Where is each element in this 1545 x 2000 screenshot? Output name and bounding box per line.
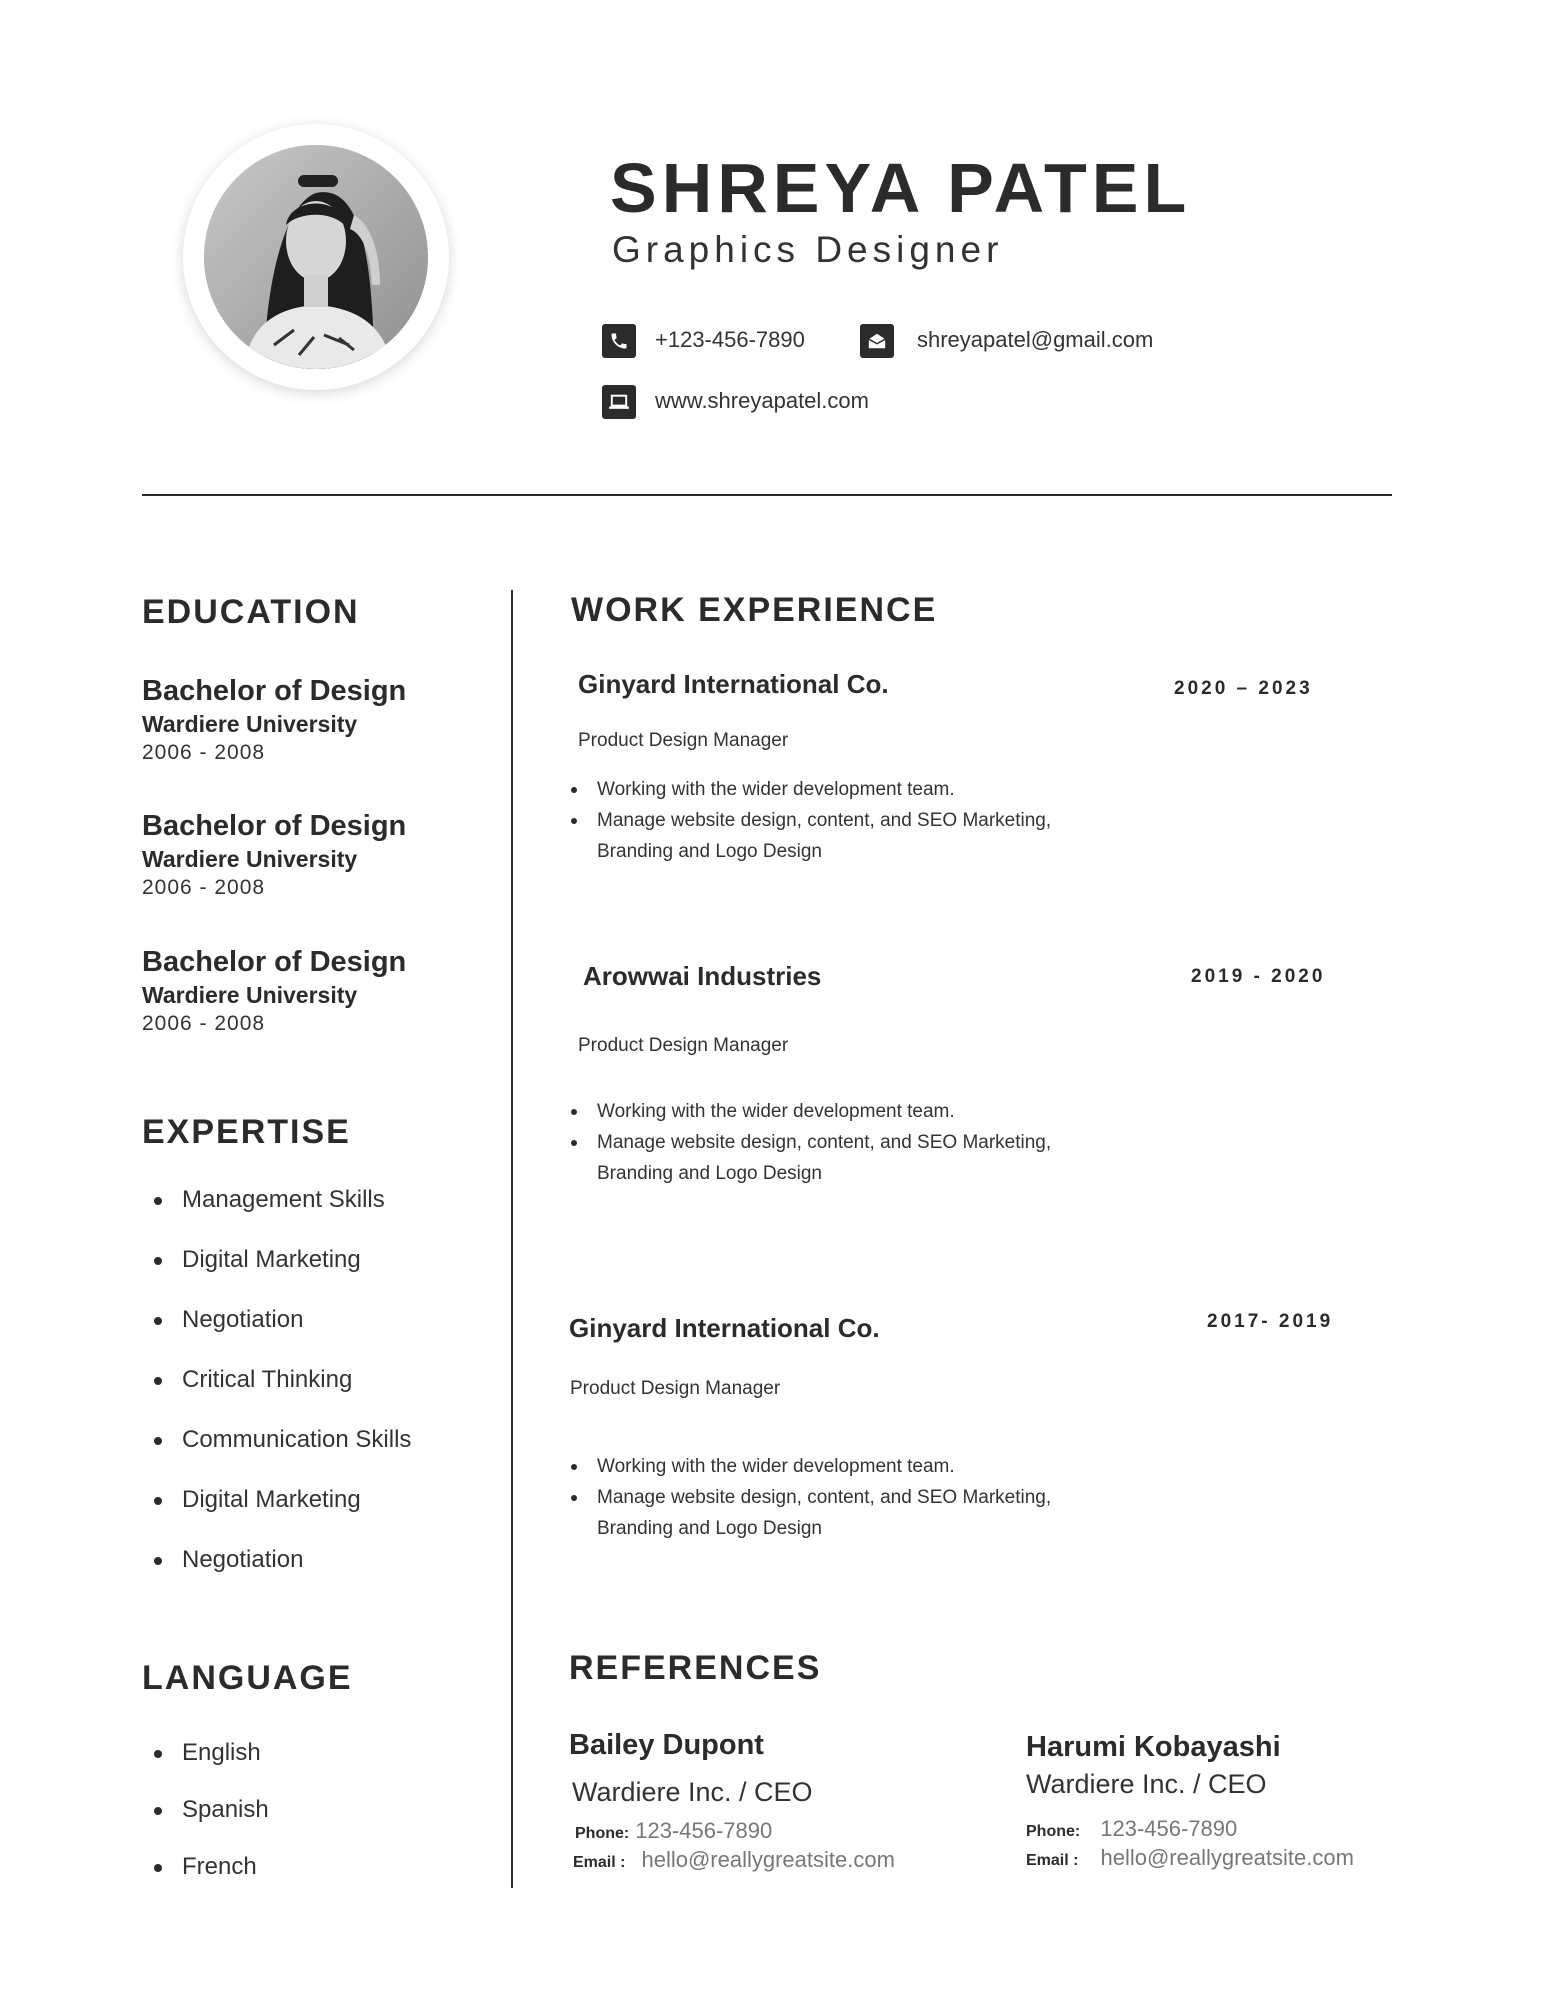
reference-company: Wardiere Inc. / CEO — [572, 1777, 813, 1807]
expertise-list: Management Skills Digital Marketing Nego… — [142, 1185, 411, 1605]
education-degree: Bachelor of Design — [142, 946, 407, 978]
list-item: Communication Skills — [142, 1425, 411, 1455]
list-item: Digital Marketing — [142, 1245, 411, 1275]
list-item: Manage website design, content, and SEO … — [571, 805, 1131, 867]
education-years: 2006 - 2008 — [142, 876, 266, 899]
language-list: English Spanish French — [142, 1738, 269, 1909]
reference-phone[interactable]: 123-456-7890 — [635, 1817, 772, 1845]
job-duties: Working with the wider development team.… — [571, 774, 1131, 867]
list-item: Negotiation — [142, 1545, 411, 1575]
person-portrait-icon — [204, 145, 428, 369]
education-school: Wardiere University — [142, 982, 358, 1008]
language-heading: LANGUAGE — [142, 1659, 353, 1697]
envelope-icon — [860, 324, 894, 358]
list-item: Working with the wider development team. — [571, 1096, 1131, 1127]
phone-label: Phone: — [575, 1825, 630, 1842]
reference-phone[interactable]: 123-456-7890 — [1100, 1815, 1237, 1843]
contact-email[interactable]: shreyapatel@gmail.com — [917, 325, 1153, 355]
expertise-heading: EXPERTISE — [142, 1113, 351, 1151]
reference-card: Harumi Kobayashi Wardiere Inc. / CEO Pho… — [1026, 1729, 1354, 1873]
phone-icon — [602, 324, 636, 358]
job-duties: Working with the wider development team.… — [571, 1096, 1131, 1189]
education-heading: EDUCATION — [142, 593, 360, 631]
reference-phone-row: Phone: 123-456-7890 — [1026, 1815, 1354, 1844]
laptop-icon — [602, 385, 636, 419]
education-degree: Bachelor of Design — [142, 675, 407, 707]
job-duties: Working with the wider development team.… — [571, 1451, 1131, 1544]
list-item: Management Skills — [142, 1185, 411, 1215]
job-role: Product Design Manager — [578, 730, 789, 751]
job-company: Ginyard International Co. — [569, 1313, 880, 1343]
job-company: Ginyard International Co. — [578, 669, 889, 699]
job-company: Arowwai Industries — [583, 961, 822, 991]
education-school: Wardiere University — [142, 711, 358, 737]
reference-email[interactable]: hello@reallygreatsite.com — [1100, 1844, 1353, 1872]
reference-email[interactable]: hello@reallygreatsite.com — [641, 1846, 894, 1874]
reference-email-row: Email : hello@reallygreatsite.com — [573, 1846, 895, 1875]
education-item: Bachelor of Design Wardiere University 2… — [142, 673, 406, 767]
list-item: French — [142, 1852, 269, 1882]
column-divider — [511, 590, 513, 1888]
job-years: 2017- 2019 — [1207, 1311, 1334, 1332]
email-label: Email : — [573, 1854, 626, 1871]
header-divider — [142, 494, 1392, 496]
education-item: Bachelor of Design Wardiere University 2… — [142, 944, 406, 1038]
reference-name: Harumi Kobayashi — [1026, 1731, 1281, 1763]
list-item: Digital Marketing — [142, 1485, 411, 1515]
phone-label: Phone: — [1026, 1823, 1081, 1840]
education-degree: Bachelor of Design — [142, 810, 407, 842]
list-item: Manage website design, content, and SEO … — [571, 1482, 1131, 1544]
list-item: Manage website design, content, and SEO … — [571, 1127, 1131, 1189]
reference-phone-row: Phone: 123-456-7890 — [575, 1817, 895, 1846]
list-item: Working with the wider development team. — [571, 774, 1131, 805]
education-school: Wardiere University — [142, 846, 358, 872]
reference-email-row: Email : hello@reallygreatsite.com — [1026, 1844, 1354, 1873]
references-heading: REFERENCES — [569, 1649, 822, 1687]
contact-website[interactable]: www.shreyapatel.com — [655, 386, 869, 416]
list-item: English — [142, 1738, 269, 1768]
job-role: Product Design Manager — [570, 1378, 781, 1399]
job-title: Graphics Designer — [612, 229, 1004, 270]
list-item: Spanish — [142, 1795, 269, 1825]
work-experience-heading: WORK EXPERIENCE — [571, 591, 938, 629]
list-item: Critical Thinking — [142, 1365, 411, 1395]
job-years: 2019 - 2020 — [1191, 966, 1326, 987]
list-item: Negotiation — [142, 1305, 411, 1335]
profile-photo — [204, 145, 428, 369]
contact-phone[interactable]: +123-456-7890 — [655, 325, 805, 355]
education-years: 2006 - 2008 — [142, 741, 266, 764]
job-years: 2020 – 2023 — [1174, 678, 1313, 699]
list-item: Working with the wider development team. — [571, 1451, 1131, 1482]
job-role: Product Design Manager — [578, 1035, 789, 1056]
reference-card: Bailey Dupont Wardiere Inc. / CEO Phone:… — [569, 1727, 895, 1875]
education-item: Bachelor of Design Wardiere University 2… — [142, 808, 406, 902]
candidate-name: SHREYA PATEL — [610, 149, 1192, 227]
email-label: Email : — [1026, 1852, 1079, 1869]
reference-name: Bailey Dupont — [569, 1729, 764, 1761]
education-years: 2006 - 2008 — [142, 1012, 266, 1035]
reference-company: Wardiere Inc. / CEO — [1026, 1769, 1267, 1799]
